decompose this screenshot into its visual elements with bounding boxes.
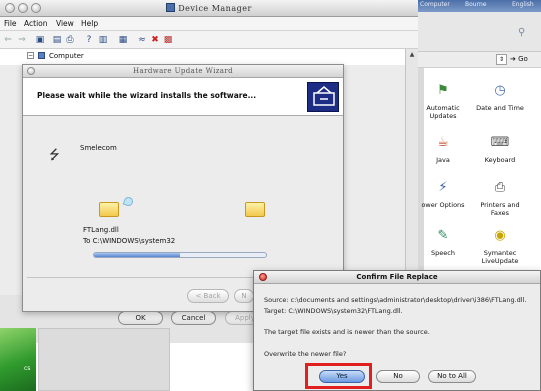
top-bar-text-1: Computer bbox=[420, 1, 450, 8]
control-panel-item[interactable]: ☕ Java bbox=[418, 133, 468, 164]
control-panel-item[interactable]: ◷ Date and Time bbox=[475, 81, 525, 112]
java-icon: ☕ bbox=[437, 135, 449, 150]
copy-file-name: FTLang.dll bbox=[83, 226, 119, 234]
source-folder-icon bbox=[99, 202, 119, 217]
control-panel-item-label: Symantec LiveUpdate bbox=[481, 249, 519, 265]
desktop-wallpaper bbox=[0, 328, 36, 391]
address-dropdown-icon[interactable]: ⇕ bbox=[496, 54, 507, 65]
control-panel-item-label: Date and Time bbox=[476, 104, 524, 112]
back-arrow-icon[interactable]: ⇐ bbox=[3, 35, 13, 45]
control-panel-item-label: Automatic Updates bbox=[426, 104, 460, 120]
overwrite-question: Overwrite the newer file? bbox=[264, 350, 347, 358]
menu-view[interactable]: View bbox=[56, 19, 74, 28]
control-panel-toolbar: ⚲ bbox=[418, 12, 541, 52]
progress-fill bbox=[94, 253, 180, 257]
forward-arrow-icon[interactable]: ⇒ bbox=[17, 35, 27, 45]
go-label: Go bbox=[518, 55, 528, 63]
power-options-icon: ⚡ bbox=[438, 180, 448, 195]
disable-device-icon[interactable]: ≈ bbox=[137, 35, 147, 45]
clock-icon: ◷ bbox=[494, 83, 506, 98]
dialog-titlebar[interactable]: Confirm File Replace bbox=[254, 271, 540, 284]
expand-icon[interactable]: − bbox=[27, 52, 34, 59]
liveupdate-icon: ◉ bbox=[494, 228, 506, 243]
ok-button[interactable]: OK bbox=[118, 311, 163, 325]
go-arrow-icon: ➔ bbox=[510, 55, 519, 63]
toolbar: ⇐ ⇒ ▣ ▤ ⎙ ? ▥ ▦ ≈ ✖ ▩ bbox=[0, 31, 418, 49]
back-button[interactable]: < Back bbox=[187, 289, 229, 303]
uninstall-icon[interactable]: ✖ bbox=[150, 35, 160, 45]
control-panel-item[interactable]: ⚡ ower Options bbox=[418, 178, 468, 209]
background-panel bbox=[38, 328, 170, 391]
keyboard-icon: ⌨ bbox=[490, 135, 510, 150]
control-panel-item[interactable]: ✎ Speech bbox=[418, 226, 468, 257]
control-panel-top-bar: Computer Bourne English bbox=[418, 0, 541, 12]
copy-destination: To C:\WINDOWS\system32 bbox=[83, 237, 176, 245]
control-panel-item-label: ower Options bbox=[421, 201, 465, 209]
top-bar-text-3: English bbox=[512, 1, 534, 8]
no-button[interactable]: No bbox=[376, 370, 420, 383]
control-panel-item[interactable]: ⌨ Keyboard bbox=[475, 133, 525, 164]
control-panel-item[interactable]: ◉ Symantec LiveUpdate bbox=[475, 226, 525, 265]
yes-button-highlight-box bbox=[305, 363, 372, 389]
printer-icon: ⎙ bbox=[494, 180, 506, 195]
control-panel-item-label: Java bbox=[436, 156, 450, 164]
computer-view-icon[interactable]: ▣ bbox=[35, 35, 45, 45]
device-tree: − Computer bbox=[0, 49, 405, 65]
control-panel-item-label: Keyboard bbox=[484, 156, 516, 164]
address-bar: ⇕ ➔ Go bbox=[418, 52, 541, 68]
control-panel-item[interactable]: ⚑ Automatic Updates bbox=[418, 81, 468, 120]
menu-help[interactable]: Help bbox=[81, 19, 98, 28]
search-icon[interactable]: ⚲ bbox=[518, 27, 525, 38]
wizard-heading: Please wait while the wizard installs th… bbox=[37, 91, 257, 100]
automatic-updates-icon: ⚑ bbox=[437, 83, 449, 98]
wizard-title: Hardware Update Wizard bbox=[133, 67, 233, 75]
device-manager-icon bbox=[166, 3, 176, 12]
destination-folder-icon bbox=[245, 202, 265, 217]
menu-file[interactable]: File bbox=[4, 19, 17, 28]
install-progress-bar bbox=[93, 252, 267, 258]
scan-hardware-icon[interactable]: ▥ bbox=[98, 35, 108, 45]
speech-icon: ✎ bbox=[437, 228, 449, 243]
wizard-titlebar[interactable]: Hardware Update Wizard bbox=[23, 65, 343, 78]
flying-file-icon bbox=[122, 195, 135, 208]
control-panel-item[interactable]: ⎙ Printers and Faxes bbox=[475, 178, 525, 217]
window-title: Device Manager bbox=[0, 3, 418, 13]
desktop-label: cs bbox=[24, 365, 31, 372]
driver-icon[interactable]: ▩ bbox=[163, 35, 173, 45]
menu-action[interactable]: Action bbox=[24, 19, 48, 28]
print-icon[interactable]: ⎙ bbox=[65, 35, 75, 45]
help-icon[interactable]: ? bbox=[84, 35, 94, 45]
target-path: Target: C:\WINDOWS\system32\FTLang.dll. bbox=[264, 307, 403, 315]
scroll-up-icon[interactable]: ▲ bbox=[406, 49, 418, 61]
computer-icon bbox=[38, 52, 45, 59]
device-name: Smelecom bbox=[80, 144, 117, 152]
no-to-all-button[interactable]: No to All bbox=[428, 370, 476, 383]
go-button[interactable]: ➔ Go bbox=[510, 55, 528, 63]
source-path: Source: c:\documents and settings\admini… bbox=[264, 296, 527, 304]
update-driver-icon[interactable]: ▦ bbox=[118, 35, 128, 45]
usb-icon: ⭍ bbox=[49, 148, 60, 163]
wizard-header: Please wait while the wizard installs th… bbox=[23, 78, 343, 116]
dialog-title: Confirm File Replace bbox=[356, 273, 438, 281]
properties-icon[interactable]: ▤ bbox=[52, 35, 62, 45]
next-button[interactable]: N bbox=[234, 289, 254, 303]
control-panel-item-label: Printers and Faxes bbox=[480, 201, 520, 217]
confirm-file-replace-dialog: Confirm File Replace Source: c:\document… bbox=[253, 270, 541, 391]
tree-item-computer[interactable]: Computer bbox=[49, 52, 84, 60]
wizard-logo-icon bbox=[307, 82, 339, 112]
menu-bar: File Action View Help bbox=[0, 17, 418, 31]
top-bar-text-2: Bourne bbox=[465, 1, 487, 8]
window-title-label: Device Manager bbox=[178, 4, 252, 13]
device-manager-titlebar[interactable]: Device Manager bbox=[0, 0, 418, 17]
control-panel-item-label: Speech bbox=[431, 249, 455, 257]
conflict-message: The target file exists and is newer than… bbox=[264, 328, 430, 336]
cancel-button[interactable]: Cancel bbox=[171, 311, 216, 325]
